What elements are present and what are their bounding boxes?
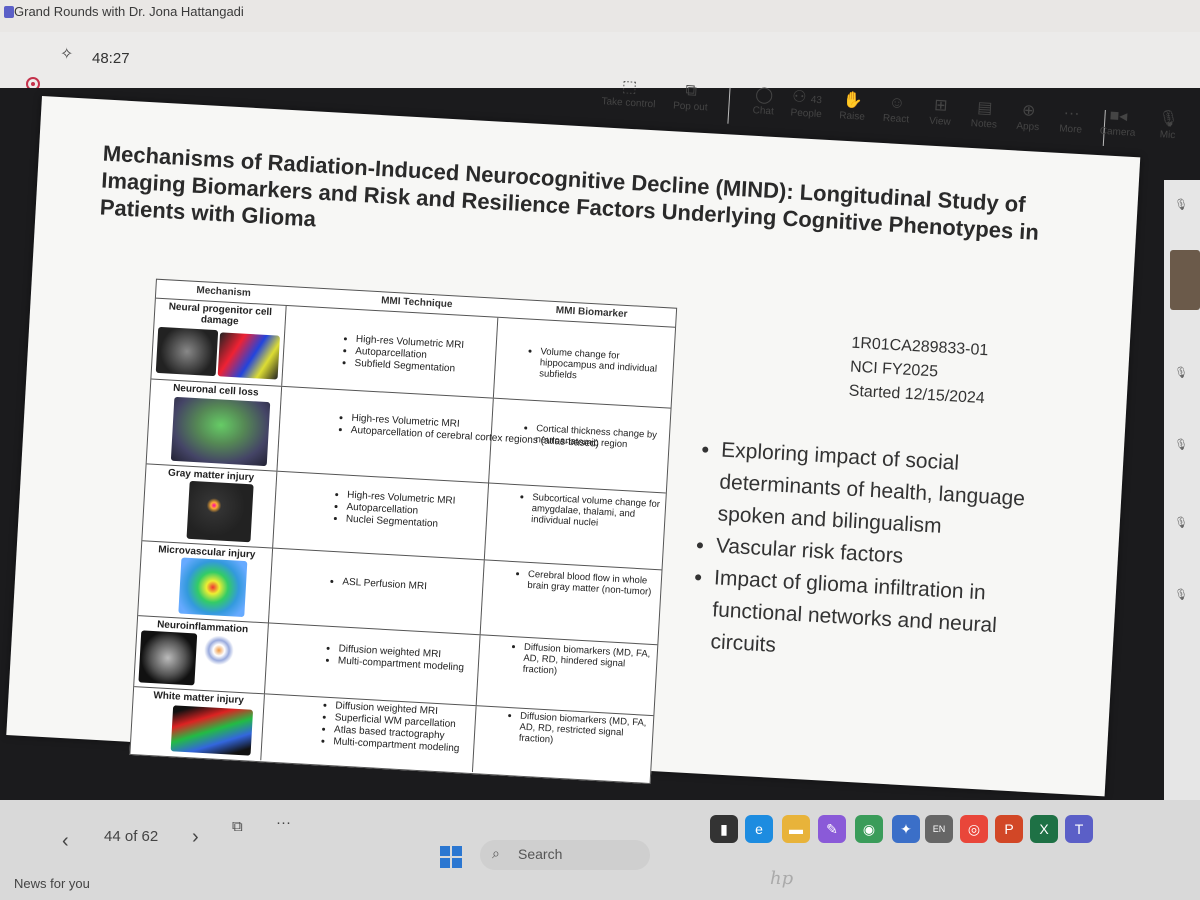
header-technique: MMI Technique	[380, 295, 453, 311]
column-divider	[471, 706, 477, 773]
mic-icon: 🎙	[1157, 110, 1180, 129]
biomarker-item: Diffusion biomarkers (MD, FA, AD, RD, hi…	[522, 642, 659, 682]
column-divider	[475, 635, 481, 706]
mechanism-name: Neural progenitor cell damage	[168, 301, 273, 328]
hp-logo: hp	[770, 868, 794, 889]
meeting-title: Grand Rounds with Dr. Jona Hattangadi	[14, 4, 244, 19]
perfusion-image	[178, 557, 248, 618]
diffusion-image	[138, 630, 198, 686]
biomarker-item: Volume change for hippocampus and indivi…	[539, 346, 676, 386]
biomarker-list: Cerebral blood flow in whole brain gray …	[515, 568, 663, 598]
compartment-model-image	[198, 633, 264, 690]
mechanism-cell: White matter injury	[130, 687, 265, 761]
excel-icon[interactable]: X	[1030, 815, 1058, 843]
mic-off-icon: 🎙	[1174, 367, 1188, 379]
copilot-icon[interactable]: ✧	[60, 44, 73, 64]
chrome-icon[interactable]: ◎	[960, 815, 988, 843]
slide-counter: 44 of 62	[104, 828, 159, 845]
biomarker-item: Diffusion biomarkers (MD, FA, AD, RD, re…	[519, 711, 656, 751]
take-control-button[interactable]: ⬚ Take control	[598, 76, 660, 111]
screen: Grand Rounds with Dr. Jona Hattangadi ⟩ …	[0, 0, 1200, 900]
technique-list: High-res Volumetric MRI Autoparcellation…	[342, 333, 464, 376]
news-widget[interactable]: News for you	[14, 876, 90, 891]
slide-bullets: Exploring impact of social determinants …	[684, 433, 1062, 677]
biomarker-list: Cortical thickness change by neuroanatom…	[523, 422, 671, 452]
toolbar-divider	[727, 87, 731, 124]
biomarker-item: Subcortical volume change for amygdalae,…	[531, 492, 668, 532]
meeting-timer: 48:27	[92, 50, 130, 67]
presentation-slide: Mechanisms of Radiation-Induced Neurocog…	[6, 96, 1141, 797]
teams-taskbar-icon[interactable]: T	[1065, 815, 1093, 843]
mechanism-cell: Neuronal cell loss	[146, 379, 283, 471]
biomarker-list: Diffusion biomarkers (MD, FA, AD, RD, re…	[507, 710, 656, 751]
mechanism-table: Mechanism MMI Technique MMI Biomarker Ne…	[129, 278, 678, 785]
column-divider	[479, 560, 485, 635]
slide-title: Mechanisms of Radiation-Induced Neurocog…	[99, 140, 1040, 245]
mic-off-icon: 🎙	[1174, 439, 1188, 451]
next-slide-icon[interactable]: ›	[192, 826, 199, 849]
technique-list: Diffusion weighted MRI Superficial WM pa…	[321, 700, 462, 756]
app-icon[interactable]: ◉	[855, 815, 883, 843]
more-options-icon[interactable]: ···	[276, 814, 291, 831]
mic-button[interactable]: 🎙 Mic	[1137, 108, 1199, 143]
biomarker-list: Subcortical volume change for amygdalae,…	[519, 491, 668, 532]
file-explorer-icon[interactable]: ▬	[782, 815, 810, 843]
technique-list: High-res Volumetric MRI Autoparcellation…	[334, 489, 456, 532]
mic-off-icon: 🎙	[1174, 517, 1188, 529]
participant-video[interactable]	[1170, 250, 1200, 310]
mechanism-cell: Neuroinflammation	[134, 616, 269, 694]
mic-off-icon: 🎙	[1174, 199, 1188, 211]
technique-list: Diffusion weighted MRI Multi-compartment…	[326, 643, 465, 675]
slide-grid-icon[interactable]: ⧉	[232, 818, 243, 835]
app-icon[interactable]: ✎	[818, 815, 846, 843]
task-view-icon[interactable]: ▮	[710, 815, 738, 843]
cortex-image	[170, 396, 271, 467]
hippocampus-image	[217, 332, 280, 380]
mic-off-icon: 🎙	[1174, 589, 1188, 601]
previous-slide-icon[interactable]: ‹	[62, 830, 69, 853]
column-divider	[483, 483, 490, 560]
bullet-item: Exploring impact of social determinants …	[717, 434, 1062, 549]
taskbar-apps: ▮ e ▬ ✎ ◉ ✦ EN ◎ P X T	[420, 815, 1120, 855]
edge-icon[interactable]: e	[745, 815, 773, 843]
biomarker-list: Volume change for hippocampus and indivi…	[527, 346, 676, 387]
header-mechanism: Mechanism	[196, 284, 252, 299]
biomarker-list: Diffusion biomarkers (MD, FA, AD, RD, hi…	[510, 641, 659, 682]
biomarker-item: Cerebral blood flow in whole brain gray …	[527, 569, 663, 599]
subcortical-image	[186, 480, 254, 543]
language-icon[interactable]: EN	[925, 815, 953, 843]
mechanism-cell: Microvascular injury	[138, 541, 274, 623]
pop-out-icon: ⧉	[685, 82, 698, 100]
pop-out-button[interactable]: ⧉ Pop out	[660, 80, 722, 115]
meeting-title-bar: Grand Rounds with Dr. Jona Hattangadi	[0, 0, 1200, 32]
mri-image	[155, 326, 219, 377]
grant-info: 1R01CA289833-01 NCI FY2025 Started 12/15…	[848, 332, 989, 412]
tractography-image	[170, 705, 254, 756]
technique-item: ASL Perfusion MRI	[342, 577, 427, 594]
mechanism-cell: Gray matter injury	[142, 464, 278, 548]
teams-icon	[4, 6, 14, 18]
app-icon[interactable]: ✦	[892, 815, 920, 843]
header-biomarker: MMI Biomarker	[555, 305, 628, 321]
column-divider	[492, 317, 499, 398]
powerpoint-icon[interactable]: P	[995, 815, 1023, 843]
bullet-item: Impact of glioma infiltration in functio…	[710, 562, 1055, 677]
technique-list: ASL Perfusion MRI	[330, 576, 427, 593]
mechanism-cell: Neural progenitor cell damage	[151, 298, 287, 386]
